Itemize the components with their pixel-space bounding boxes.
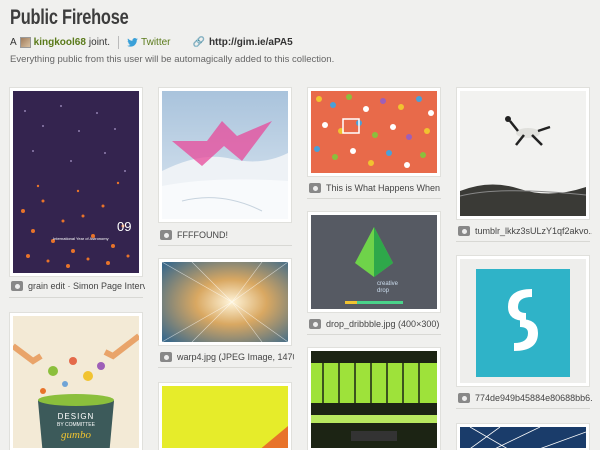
thumbnail-station xyxy=(311,351,437,448)
camera-icon xyxy=(160,352,172,362)
book-image xyxy=(460,259,586,383)
astronomy-number: 09 xyxy=(117,219,132,234)
gallery-card[interactable]: 09 International Year of Astronomy xyxy=(9,87,143,277)
link-icon: 🔗 xyxy=(192,37,205,48)
creative-drop-image xyxy=(311,215,437,309)
byline-suffix: joint. xyxy=(88,37,111,48)
thumbnail-creative-drop: creative drop xyxy=(311,215,437,309)
gallery-card[interactable] xyxy=(307,87,441,177)
divider xyxy=(118,36,120,49)
caption-text: 774de949b45884e80688bb6... xyxy=(475,393,592,403)
caption-text: drop_dribbble.jpg (400×300) xyxy=(326,319,440,329)
gallery-card[interactable] xyxy=(456,255,590,387)
divider xyxy=(456,241,590,242)
twitter-icon[interactable] xyxy=(127,38,138,47)
collection-header: Public Firehose A kingkool68 joint. Twit… xyxy=(10,6,590,65)
collection-meta: A kingkool68 joint. Twitter 🔗 http://gim… xyxy=(10,36,293,49)
drop-label: drop xyxy=(377,288,390,294)
avatar[interactable] xyxy=(19,37,31,48)
gumbo-title: DESIGN xyxy=(57,412,95,421)
jump-image xyxy=(460,91,586,216)
divider xyxy=(9,297,143,298)
caption-text: tumblr_lkkz3sULzY1qf2akvo... xyxy=(475,226,592,236)
thumbnail-gumbo: DESIGN BY COMMITTEE gumbo xyxy=(13,316,139,448)
thumbnail-lines xyxy=(460,427,586,448)
camera-icon xyxy=(458,393,470,403)
divider xyxy=(158,367,292,368)
twitter-link[interactable]: Twitter xyxy=(141,37,170,48)
gallery-card[interactable] xyxy=(158,258,292,346)
item-caption[interactable]: This is What Happens When ... xyxy=(309,181,443,195)
item-caption[interactable]: FFFFOUND! xyxy=(160,228,294,242)
gallery-card[interactable] xyxy=(158,382,292,450)
caption-text: FFFFOUND! xyxy=(177,230,228,240)
item-caption[interactable]: warp4.jpg (JPEG Image, 1470... xyxy=(160,350,294,364)
divider xyxy=(307,198,441,199)
divider xyxy=(456,408,590,409)
gumbo-word: gumbo xyxy=(61,429,91,441)
camera-icon xyxy=(458,226,470,236)
thumbnail-dots-room xyxy=(311,91,437,173)
gallery-card[interactable] xyxy=(456,423,590,450)
thumbnail-jump xyxy=(460,91,586,216)
caption-text: warp4.jpg (JPEG Image, 1470... xyxy=(177,352,294,362)
short-url-link[interactable]: http://gim.ie/aPA5 xyxy=(209,37,293,48)
divider xyxy=(307,334,441,335)
gallery-card[interactable]: DESIGN BY COMMITTEE gumbo xyxy=(9,312,143,450)
dots-room-image xyxy=(311,91,437,173)
gallery-card[interactable] xyxy=(307,347,441,450)
item-caption[interactable]: drop_dribbble.jpg (400×300) xyxy=(309,317,443,331)
gallery-card[interactable]: creative drop xyxy=(307,211,441,313)
caption-text: This is What Happens When ... xyxy=(326,183,443,193)
collection-title: Public Firehose xyxy=(10,6,129,29)
astronomy-subtitle: International Year of Astronomy xyxy=(53,236,109,241)
thumbnail-yellow xyxy=(162,386,288,448)
yellow-image xyxy=(162,386,288,448)
snow-image xyxy=(162,91,288,219)
camera-icon xyxy=(11,281,23,291)
item-caption[interactable]: 774de949b45884e80688bb6... xyxy=(458,391,592,405)
thumbnail-astronomy: 09 International Year of Astronomy xyxy=(13,91,139,273)
thumbnail-book xyxy=(460,259,586,383)
thumbnail-snow xyxy=(162,91,288,219)
camera-icon xyxy=(160,230,172,240)
gallery-card[interactable] xyxy=(158,87,292,223)
gallery-card[interactable] xyxy=(456,87,590,220)
camera-icon xyxy=(309,183,321,193)
caption-text: grain edit · Simon Page Interv... xyxy=(28,281,145,291)
gumbo-subtitle: BY COMMITTEE xyxy=(57,422,95,428)
divider xyxy=(158,245,292,246)
camera-icon xyxy=(309,319,321,329)
item-caption[interactable]: tumblr_lkkz3sULzY1qf2akvo... xyxy=(458,224,592,238)
station-image xyxy=(311,351,437,448)
creative-label: creative xyxy=(377,281,399,287)
dots-pattern xyxy=(13,91,139,273)
thumbnail-warp xyxy=(162,262,288,342)
warp-image xyxy=(162,262,288,342)
lines-image xyxy=(460,427,586,448)
item-caption[interactable]: grain edit · Simon Page Interv... xyxy=(11,279,145,293)
user-link[interactable]: kingkool68 xyxy=(34,37,86,48)
collection-description: Everything public from this user will be… xyxy=(10,54,335,65)
byline-prefix: A xyxy=(10,37,17,48)
